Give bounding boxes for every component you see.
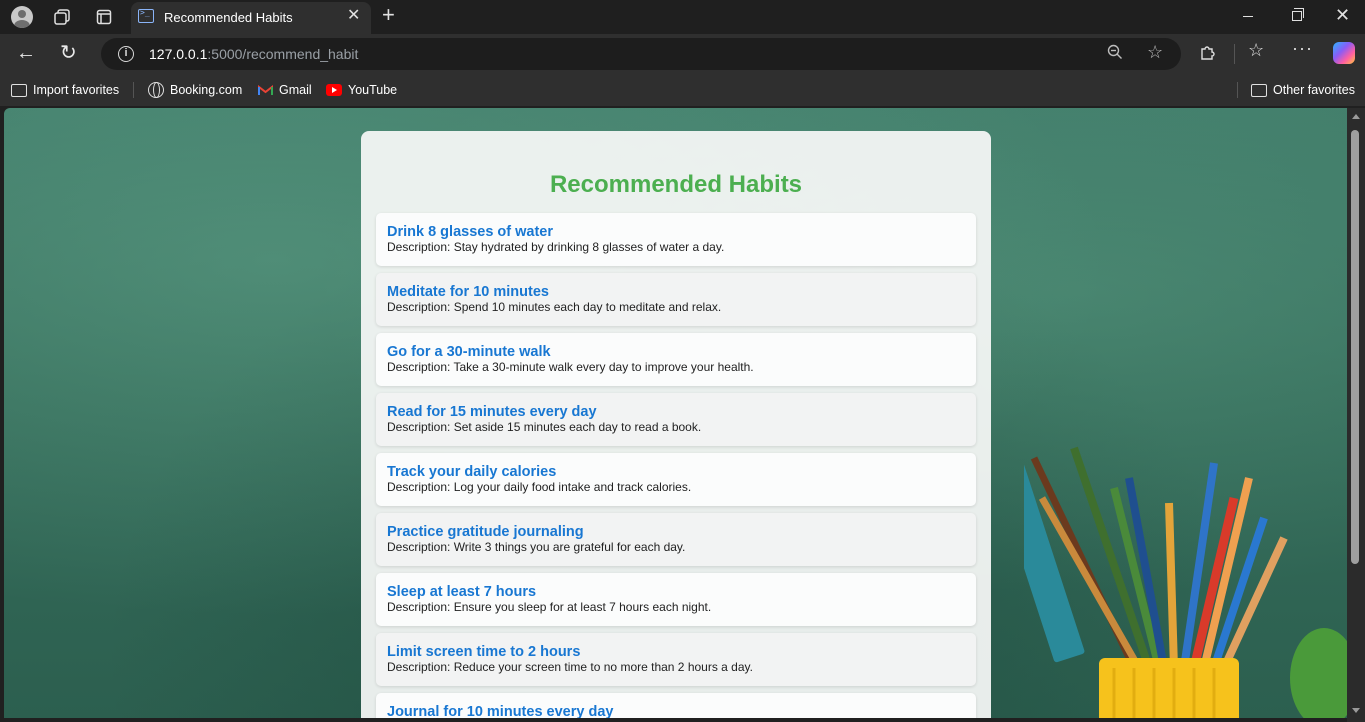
habit-item: Track your daily calories Description: L… bbox=[376, 453, 976, 506]
habit-item: Sleep at least 7 hours Description: Ensu… bbox=[376, 573, 976, 626]
habit-description: Description: Set aside 15 minutes each d… bbox=[387, 420, 702, 434]
habit-name: Drink 8 glasses of water bbox=[387, 224, 554, 240]
youtube-link[interactable]: YouTube bbox=[326, 82, 397, 98]
habit-list: Drink 8 glasses of water Description: St… bbox=[376, 213, 976, 718]
habit-name: Sleep at least 7 hours bbox=[387, 584, 537, 600]
habit-name: Read for 15 minutes every day bbox=[387, 404, 597, 420]
tab-recommended-habits[interactable]: Recommended Habits ✕ bbox=[131, 2, 371, 34]
scroll-up-arrow-icon[interactable] bbox=[1352, 114, 1360, 119]
extensions-icon[interactable] bbox=[1199, 43, 1217, 61]
habit-description: Description: Ensure you sleep for at lea… bbox=[387, 600, 712, 614]
gmail-label: Gmail bbox=[279, 83, 312, 97]
window-close-icon[interactable]: ✕ bbox=[1335, 6, 1350, 24]
habit-name: Practice gratitude journaling bbox=[387, 524, 584, 540]
new-tab-icon[interactable]: + bbox=[382, 2, 395, 28]
browser-toolbar: ← ↻ i 127.0.0.1:5000/recommend_habit ☆ ☆… bbox=[0, 34, 1365, 74]
habit-item: Limit screen time to 2 hours Description… bbox=[376, 633, 976, 686]
habit-name: Go for a 30-minute walk bbox=[387, 344, 551, 360]
globe-icon bbox=[148, 82, 164, 98]
booking-label: Booking.com bbox=[170, 83, 243, 97]
gmail-icon bbox=[258, 84, 273, 95]
youtube-label: YouTube bbox=[348, 83, 398, 97]
booking-link[interactable]: Booking.com bbox=[148, 82, 242, 98]
habit-description: Description: Spend 10 minutes each day t… bbox=[387, 300, 722, 314]
habits-card: Recommended Habits Drink 8 glasses of wa… bbox=[361, 131, 991, 718]
workspaces-icon[interactable] bbox=[50, 5, 74, 29]
zoom-out-icon[interactable] bbox=[1107, 44, 1123, 65]
habit-item: Read for 15 minutes every day Descriptio… bbox=[376, 393, 976, 446]
tab-strip: Recommended Habits ✕ + ✕ bbox=[0, 0, 1365, 34]
habit-item: Practice gratitude journaling Descriptio… bbox=[376, 513, 976, 566]
habit-item: Go for a 30-minute walk Description: Tak… bbox=[376, 333, 976, 386]
add-favorite-star-icon[interactable]: ☆ bbox=[1147, 42, 1163, 63]
habit-description: Description: Take a 30-minute walk every… bbox=[387, 360, 754, 374]
more-options-icon[interactable]: ··· bbox=[1292, 38, 1313, 59]
tab-title: Recommended Habits bbox=[164, 10, 293, 25]
url-host: 127.0.0.1 bbox=[149, 46, 208, 62]
other-favorites-label: Other favorites bbox=[1273, 83, 1355, 97]
site-info-icon[interactable]: i bbox=[118, 46, 134, 62]
habit-name: Limit screen time to 2 hours bbox=[387, 644, 581, 660]
favbar-divider bbox=[133, 82, 134, 98]
url-text[interactable]: 127.0.0.1:5000/recommend_habit bbox=[149, 46, 358, 62]
import-favorites-label: Import favorites bbox=[33, 83, 120, 97]
other-favorites-link[interactable]: Other favorites bbox=[1251, 82, 1355, 98]
youtube-icon bbox=[326, 84, 342, 96]
folder-icon bbox=[1251, 83, 1267, 97]
habit-description: Description: Log your daily food intake … bbox=[387, 480, 692, 494]
address-bar[interactable]: i 127.0.0.1:5000/recommend_habit ☆ bbox=[101, 38, 1181, 70]
profile-icon[interactable] bbox=[10, 5, 34, 29]
pencil-cup-illustration bbox=[1024, 425, 1347, 718]
favbar-divider bbox=[1237, 82, 1238, 98]
gmail-link[interactable]: Gmail bbox=[258, 82, 312, 98]
habit-description: Description: Stay hydrated by drinking 8… bbox=[387, 240, 725, 254]
favorites-bar: Import favorites Booking.com Gmail YouTu… bbox=[0, 74, 1365, 106]
page-viewport: Recommended Habits Drink 8 glasses of wa… bbox=[4, 108, 1347, 718]
scroll-down-arrow-icon[interactable] bbox=[1352, 708, 1360, 713]
restore-icon[interactable] bbox=[1292, 8, 1304, 21]
import-icon bbox=[11, 83, 27, 97]
page-title: Recommended Habits bbox=[549, 171, 803, 198]
habit-description: Description: Reduce your screen time to … bbox=[387, 660, 753, 674]
back-arrow-icon[interactable]: ← bbox=[16, 42, 36, 65]
habit-name: Journal for 10 minutes every day bbox=[387, 704, 614, 718]
habit-item: Journal for 10 minutes every day bbox=[376, 693, 976, 718]
refresh-icon[interactable]: ↻ bbox=[60, 40, 77, 65]
favorites-icon[interactable]: ☆ bbox=[1248, 40, 1264, 61]
minimize-icon[interactable] bbox=[1243, 16, 1253, 17]
habit-item: Meditate for 10 minutes Description: Spe… bbox=[376, 273, 976, 326]
close-tab-icon[interactable]: ✕ bbox=[347, 8, 360, 24]
url-path: :5000/recommend_habit bbox=[207, 46, 359, 62]
habit-description: Description: Write 3 things you are grat… bbox=[387, 540, 686, 554]
toolbar-separator bbox=[1234, 44, 1235, 64]
habit-item: Drink 8 glasses of water Description: St… bbox=[376, 213, 976, 266]
terminal-favicon-icon bbox=[138, 8, 154, 23]
tab-actions-icon[interactable] bbox=[92, 5, 116, 29]
import-favorites-link[interactable]: Import favorites bbox=[11, 82, 119, 98]
copilot-icon[interactable] bbox=[1333, 42, 1355, 64]
habit-name: Track your daily calories bbox=[387, 464, 557, 480]
page-scrollbar[interactable] bbox=[1347, 108, 1365, 722]
scroll-thumb[interactable] bbox=[1351, 130, 1359, 564]
habit-name: Meditate for 10 minutes bbox=[387, 284, 549, 300]
